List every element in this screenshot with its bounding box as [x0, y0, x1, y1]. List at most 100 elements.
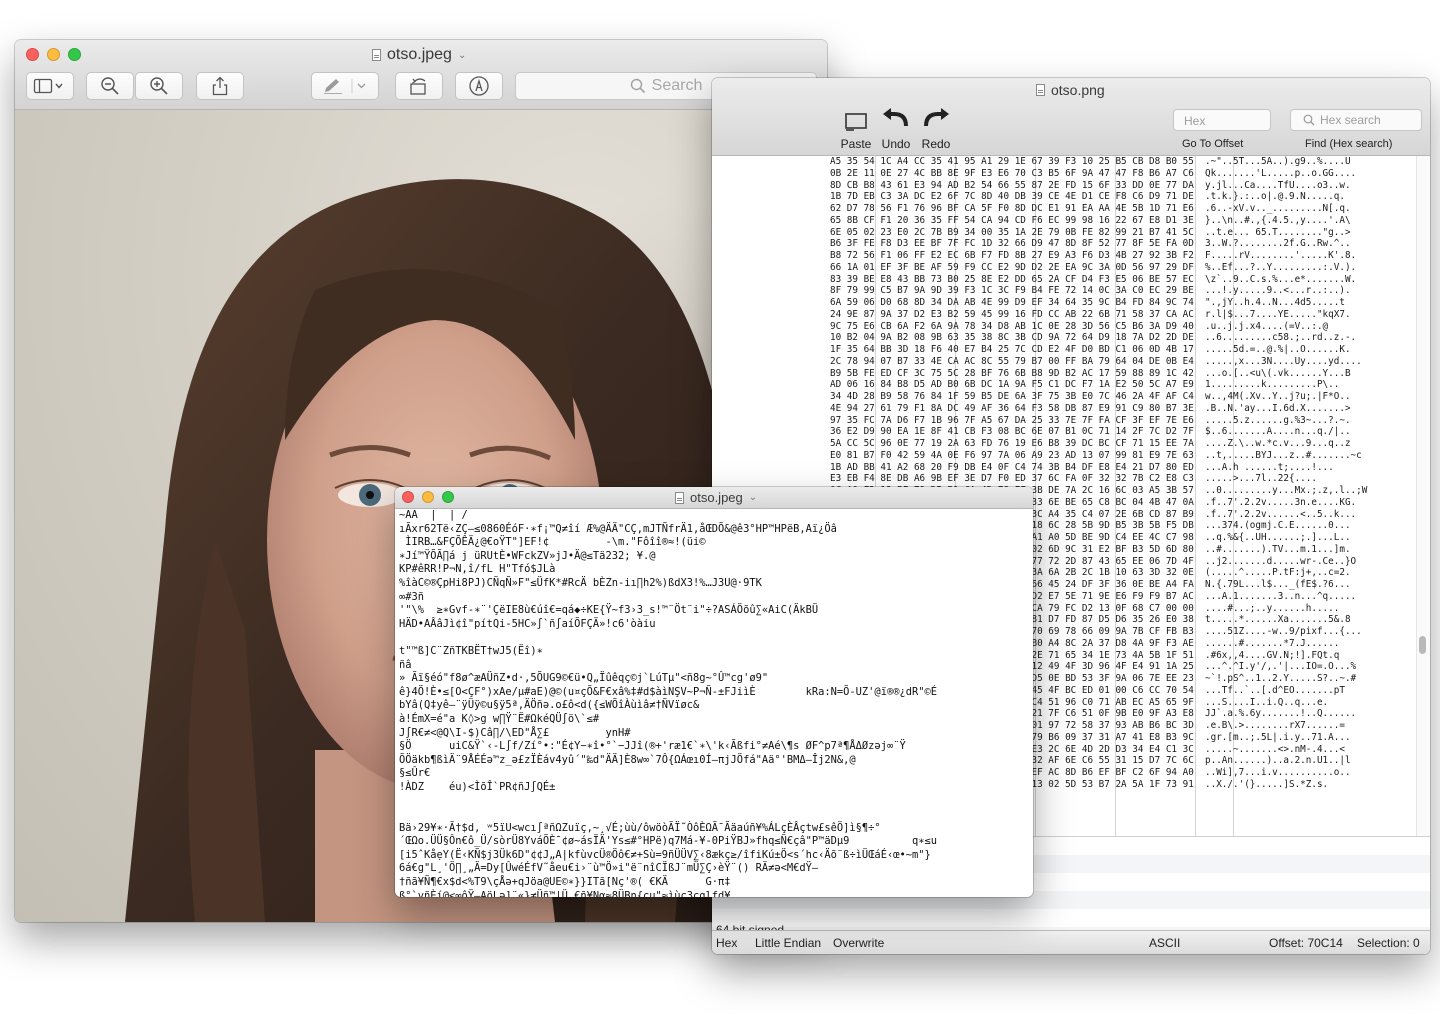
textedit-window: otso.jpeg ⌄ ~AA | | / ıÃxr62Të‹ZÇ—≤0860Éó… — [395, 487, 1033, 897]
textedit-titlebar: otso.jpeg ⌄ — [395, 487, 1033, 509]
zoom-button[interactable] — [68, 48, 81, 61]
hex-row[interactable]: 83 39 BE E8 43 BB 73 B0 25 8E E2 DD 65 2… — [830, 274, 1367, 286]
markup-pen-icon — [324, 79, 366, 94]
paste-button[interactable]: Paste — [836, 108, 876, 151]
markup-button[interactable] — [311, 72, 379, 100]
text-line: ∞#3ñ — [399, 590, 425, 603]
mode-toggle[interactable]: Hex — [716, 936, 737, 950]
hex-row[interactable]: 9C 75 E6 CB 6A F2 6A 9A 78 34 D8 AB 1C 0… — [830, 321, 1367, 333]
annotate-button[interactable] — [455, 72, 503, 100]
hex-row[interactable]: B9 5B FE ED CF 3C 75 5C 28 BF 76 6B B8 9… — [830, 368, 1367, 380]
offset-placeholder: Hex — [1184, 114, 1206, 128]
hex-row[interactable]: 1B AD BB 41 A2 68 20 F9 DB E4 0F C4 74 3… — [830, 462, 1367, 474]
search-icon — [1303, 114, 1315, 126]
text-line: ıÃxr62Të‹ZÇ—≤0860ÉóF·∗f¡™Q≠îí Æ%@ÄÄ"CÇ,m… — [399, 522, 837, 535]
find-hex-search-label[interactable]: Find (Hex search) — [1305, 138, 1392, 150]
rotate-button[interactable] — [395, 72, 443, 100]
text-line: » Ãï§éó"f8ø^æAÜñZ•d·,5ÕUG9©€ü•Q„Ïûêqç©j`… — [399, 672, 769, 685]
offset-input[interactable]: Hex — [1173, 109, 1271, 131]
hex-row[interactable]: E3 EB F4 8E DB A6 9B EF 3E D7 F0 ED 37 6… — [830, 473, 1367, 485]
vertical-scrollbar[interactable] — [1416, 156, 1430, 836]
undo-icon — [883, 108, 908, 127]
text-line — [399, 794, 1029, 808]
hex-row[interactable]: 10 B2 04 9A B2 08 9B 63 35 38 8C 3B CD 9… — [830, 332, 1367, 344]
preview-toolbar: otso.jpeg ⌄ Search — [15, 40, 827, 110]
text-line: KP#êRR!P¬N,î/fL H"Tfó$JLà — [399, 563, 556, 576]
zoom-out-icon — [101, 77, 119, 95]
text-line: bYâ(Q‡yê—¨ÿÜÿ©u§ÿ5ª,ÄÖñə.o£ô<d({≤WÕîÀùìâ… — [399, 699, 700, 712]
hex-row[interactable]: 66 1A 01 EF 3F BE AF 59 F9 CC E2 9D D2 2… — [830, 262, 1367, 274]
text-line: ÌIRB…&FÇÕÊÄ¿@€oŸT"]EF!¢ -\m."Fôîî®≈!(üi© — [399, 536, 706, 549]
text-content-area[interactable]: ~AA | | / ıÃxr62Të‹ZÇ—≤0860ÉóF·∗f¡™Q≠îí Æ… — [399, 509, 1029, 897]
hex-row[interactable]: AD 06 16 84 B8 D5 AD B0 6B DC 1A 9A F5 C… — [830, 379, 1367, 391]
redo-button[interactable]: Redo — [916, 108, 956, 151]
hex-row[interactable]: A5 35 54 1C A4 CC 35 41 95 A1 29 1E 67 3… — [830, 156, 1367, 168]
undo-button[interactable]: Undo — [876, 108, 916, 151]
zoom-out-button[interactable] — [86, 72, 134, 100]
text-line: ê}4Ö!È•≤[O<ÇF°)xAe/µ#aE)@©(u¤çÕ&F€xâ%‡#d… — [399, 685, 937, 698]
chevron-down-icon: ⌄ — [748, 492, 758, 503]
text-line: ñâ — [399, 658, 412, 671]
offset-status: Offset: 70C14 — [1269, 936, 1343, 950]
redo-icon — [924, 108, 949, 127]
window-title[interactable]: otso.jpeg ⌄ — [372, 46, 466, 64]
close-button[interactable] — [402, 491, 414, 503]
hex-row[interactable]: 65 8B CF F1 20 36 35 FF 54 CA 94 CD F6 E… — [830, 215, 1367, 227]
rotate-icon — [410, 78, 426, 95]
hex-row[interactable]: 97 35 FC 7A D6 F7 1B 96 7F A5 67 DA 25 3… — [830, 415, 1367, 427]
minimize-button[interactable] — [422, 491, 434, 503]
go-to-offset-label[interactable]: Go To Offset — [1182, 138, 1243, 150]
hex-row[interactable]: 2C 78 94 07 B7 33 4E CA AC 8C 55 79 B7 0… — [830, 356, 1367, 368]
text-line: %îàC©®ÇpHi8PJ)CÑqÑ»F"≤ÜfK*#RcÄ bÈZn-iı∏h… — [399, 576, 762, 589]
text-line: Bä›29¥∗·Ã†$d, ʷ5ïU<wcı∫ªñΩZuïç,~¸√É;ùù/ô… — [399, 821, 881, 834]
write-mode-toggle[interactable]: Overwrite — [833, 936, 884, 950]
hex-row[interactable]: 4E 94 27 61 79 F1 8A DC 49 AF 36 64 F3 5… — [830, 403, 1367, 415]
hex-row[interactable]: 0B 2E 11 0E 27 4C BB 8E 9F E3 E6 70 C3 B… — [830, 168, 1367, 180]
text-line: HÄD•AÂâJì¢î"pítQi-5HC»∫`ñ∫aíÕFÇÄ»!c6'òài… — [399, 617, 656, 630]
hex-row[interactable]: 62 D7 78 56 F1 76 96 BF CA 5F F0 8D DC E… — [830, 203, 1367, 215]
hex-row[interactable]: 6E 05 02 23 E0 2C 7B B9 34 00 35 1A 2E 7… — [830, 227, 1367, 239]
hex-row[interactable]: 5A CC 5C 96 0E 77 19 2A 63 FD 76 19 E6 B… — [830, 438, 1367, 450]
search-placeholder: Search — [651, 77, 703, 94]
hex-row[interactable]: 8F 79 99 C5 B7 9A 9D 39 F3 1C 3C F9 B4 F… — [830, 285, 1367, 297]
share-button[interactable] — [196, 72, 244, 100]
text-line: 6á€g"L¸'Ö∏¸„Ä=Dy[ÛwéÉfV˜åeu€i›¨ù™Ö»i"ë¨n… — [399, 862, 819, 875]
hex-row[interactable]: 1B 7D EB C3 3A DC E2 6F 7C 8D 40 DB 39 C… — [830, 191, 1367, 203]
window-controls — [402, 491, 454, 503]
zoom-in-button[interactable] — [135, 72, 183, 100]
scrollbar-thumb[interactable] — [1419, 636, 1426, 654]
text-line: §≤Ûr€ — [399, 767, 431, 780]
minimize-button[interactable] — [47, 48, 60, 61]
hex-row[interactable]: 24 9E 87 9A 37 D2 E3 B2 59 45 99 16 FD C… — [830, 309, 1367, 321]
document-icon — [675, 491, 684, 504]
paste-icon — [845, 113, 867, 131]
annotate-icon — [469, 76, 489, 96]
window-title-text: otso.jpeg — [690, 490, 743, 505]
window-title-text: otso.png — [1051, 82, 1105, 98]
hex-row[interactable]: 34 4D 28 B9 58 76 84 1F 59 B5 DE 6A 3F 7… — [830, 391, 1367, 403]
zoom-button[interactable] — [442, 491, 454, 503]
text-line: ÕÖäkb¶ßìÄ¨9ÅÉÉə™z_ə£zÏÈáv4yû´"‰d"ÄÄ]È8w∞… — [399, 753, 856, 766]
hex-row[interactable]: B8 72 56 F1 06 FF E2 EC 6B F7 FD 8B 27 E… — [830, 250, 1367, 262]
zoom-in-icon — [150, 77, 168, 95]
hex-row[interactable]: E0 81 B7 F0 42 59 4A 0E F6 97 7A 06 A9 2… — [830, 450, 1367, 462]
text-line: ß°`vñÈí@<∞ôŸ–AöLə]¨«}≠Üñ™|Ü_€ñ¥Nα≈8ÜBn{c… — [399, 889, 731, 897]
hex-search-input[interactable]: Hex search — [1290, 109, 1422, 131]
share-icon — [212, 76, 228, 96]
hex-row[interactable]: 6A 59 06 D0 68 8D 34 DA AB 4E 99 D9 EF 3… — [830, 297, 1367, 309]
window-title[interactable]: otso.jpeg ⌄ — [675, 490, 757, 505]
hex-row[interactable]: 1F 35 64 BB 3D 18 F6 40 E7 B4 25 7C CD E… — [830, 344, 1367, 356]
window-title[interactable]: otso.png — [1036, 82, 1105, 98]
endian-toggle[interactable]: Little Endian — [755, 936, 821, 950]
text-line: t"™ß]C¨ZñTKBËT†wJ5(Ëî)∗ — [399, 644, 543, 657]
text-line: †ñã¥Ñ¶€x$d<%T9\çÅə+qJöa@UE©∗}}ITã[Nç'®( … — [399, 876, 731, 889]
close-button[interactable] — [26, 48, 39, 61]
selection-status: Selection: 0 — [1357, 936, 1420, 950]
text-line: §Ö uiC&Ÿ`‹-L∫f/Zí°•:"É¢Y−∗î•°`−JJî(®+'ræ… — [399, 740, 906, 753]
hex-row[interactable]: 8D CB B8 43 61 E3 94 AD B2 54 66 55 87 2… — [830, 180, 1367, 192]
encoding-toggle[interactable]: ASCII — [1149, 936, 1180, 950]
hex-row[interactable]: 36 E2 D9 90 EA 1E 8F 41 CB F3 08 BC 6E 0… — [830, 426, 1367, 438]
sidebar-view-button[interactable] — [26, 72, 74, 100]
document-icon — [1036, 84, 1045, 96]
hex-row[interactable]: B6 3F FE F8 D3 EE BF 7F FC 1D 32 66 D9 4… — [830, 238, 1367, 250]
